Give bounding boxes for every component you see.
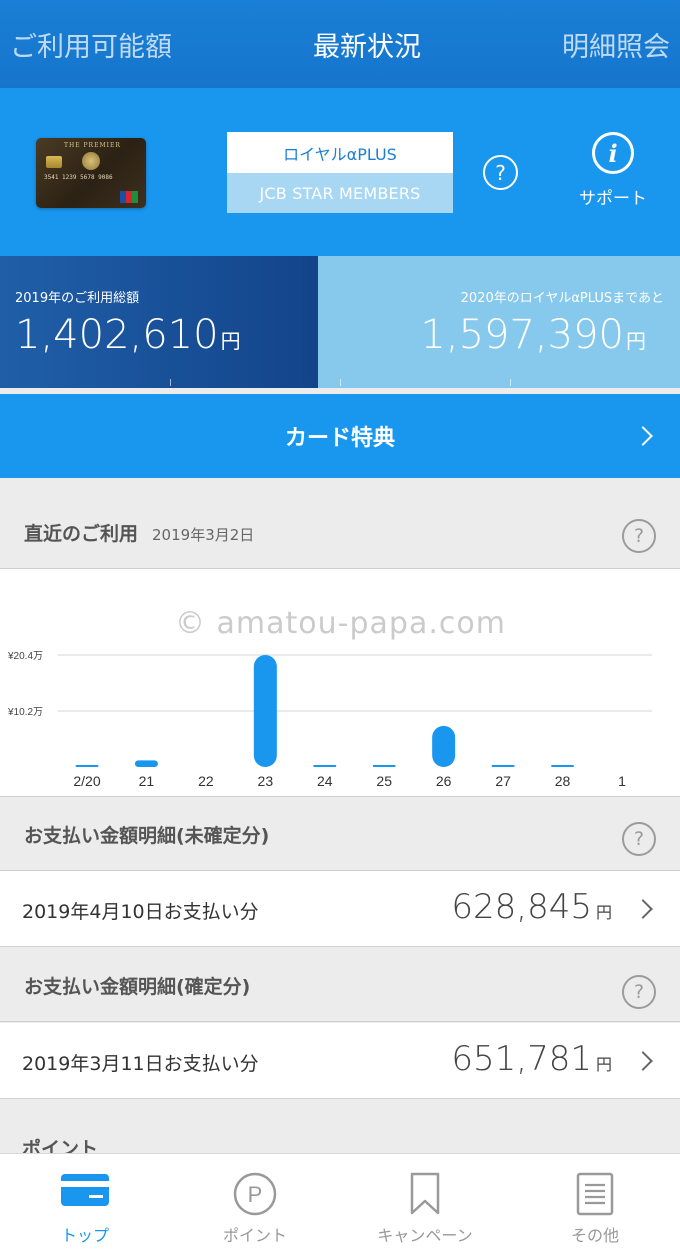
card-number: 3541 1239 5678 9086 (44, 174, 113, 181)
top-tab-bar: ご利用可能額 最新状況 明細照会 (0, 0, 680, 88)
nav-campaign-label: キャンペーン (377, 1226, 473, 1245)
bookmark-icon (410, 1172, 440, 1215)
payment-amount: 651,781 円 (451, 1039, 612, 1079)
p-circle-icon: P (233, 1172, 277, 1216)
chart-bar[interactable] (75, 765, 99, 767)
chart-bar[interactable] (313, 765, 337, 767)
question-circle-icon[interactable]: ? (622, 975, 656, 1009)
question-circle-icon[interactable]: ? (622, 822, 656, 856)
chart-bar[interactable] (134, 760, 158, 767)
info-icon: i (592, 132, 634, 174)
svg-text:P: P (248, 1182, 263, 1207)
nav-other-label: その他 (570, 1226, 619, 1245)
usage-stats: 2019年のご利用総額 1,402,610 円 2020年のロイヤルαPLUSまで… (0, 256, 680, 388)
bottom-nav: トップ P ポイント キャンペーン その他 (0, 1153, 680, 1257)
payment-amount-value: 628,845 (451, 887, 592, 927)
chart-svg: ¥20.4万 ¥10.2万 2/20 21 22 23 24 25 26 27 28 1 (7, 651, 652, 789)
list-icon (576, 1172, 614, 1216)
total-usage-unit: 円 (220, 329, 241, 353)
chart-xtick-label: 1 (618, 773, 626, 789)
nav-other[interactable]: その他 (510, 1154, 680, 1257)
recent-usage-date: 2019年3月2日 (152, 526, 255, 544)
chart-bar[interactable] (551, 765, 575, 767)
program-name: JCB STAR MEMBERS (227, 173, 453, 213)
remaining-value: 1,597,390 円 (420, 312, 646, 358)
chart-bar[interactable] (372, 765, 396, 767)
confirmed-payment-row[interactable]: 2019年3月11日お支払い分 651,781 円 (0, 1023, 680, 1099)
chart-ytick-label: ¥20.4万 (7, 651, 43, 662)
question-circle-icon[interactable]: ? (483, 155, 518, 190)
progress-tick (340, 379, 341, 386)
chevron-right-icon (633, 1051, 653, 1071)
nav-points-label: ポイント (222, 1226, 287, 1245)
chart-ytick-label: ¥10.2万 (7, 707, 43, 718)
chart-xtick-label: 28 (555, 773, 571, 789)
recent-usage-header: 直近のご利用 2019年3月2日 ? (0, 495, 680, 569)
nav-top[interactable]: トップ (0, 1154, 170, 1257)
card-benefits-label: カード特典 (284, 426, 395, 451)
remaining-unit: 円 (626, 329, 646, 353)
unconfirmed-payment-row[interactable]: 2019年4月10日お支払い分 628,845 円 (0, 871, 680, 947)
total-usage-amount: 1,402,610 (15, 312, 219, 358)
support-label: サポート (579, 189, 647, 209)
remaining-panel[interactable]: 2020年のロイヤルαPLUSまであと 1,597,390 円 (318, 256, 680, 388)
card-icon (61, 1174, 109, 1206)
total-usage-value: 1,402,610 円 (15, 312, 241, 358)
chart-xtick-label: 22 (198, 773, 214, 789)
chart-xtick-label: 26 (436, 773, 452, 789)
recent-usage-title: 直近のご利用 2019年3月2日 (24, 519, 254, 546)
rank-name: ロイヤルαPLUS (227, 132, 453, 173)
credit-card-image: THE PREMIER 3541 1239 5678 9086 (36, 138, 146, 208)
confirmed-payment-header: お支払い金額明細(確定分) ? (0, 948, 680, 1022)
confirmed-payment-title: お支払い金額明細(確定分) (24, 976, 251, 998)
progress-tick (170, 379, 171, 386)
payment-amount-unit: 円 (595, 1055, 612, 1074)
remaining-amount: 1,597,390 (420, 312, 624, 358)
chart-xtick-label: 25 (376, 773, 392, 789)
nav-points[interactable]: P ポイント (170, 1154, 340, 1257)
remaining-label: 2020年のロイヤルαPLUSまであと (460, 291, 664, 306)
chart-xtick-label: 23 (258, 773, 274, 789)
payment-amount-unit: 円 (595, 903, 612, 922)
payment-amount-value: 651,781 (451, 1039, 592, 1079)
points-section-header: ポイント (0, 1100, 680, 1153)
points-section-title: ポイント (22, 1138, 99, 1153)
daily-usage-chart: © amatou-papa.com ¥20.4万 ¥10.2万 2/20 21 22 23… (0, 569, 680, 797)
payment-amount: 628,845 円 (451, 887, 612, 927)
nav-top-label: トップ (60, 1226, 109, 1245)
tab-latest-status[interactable]: 最新状況 (313, 25, 421, 64)
unconfirmed-payment-header: お支払い金額明細(未確定分) ? (0, 797, 680, 871)
chart-xtick-label: 2/20 (73, 773, 100, 789)
total-usage-label: 2019年のご利用総額 (15, 291, 140, 306)
progress-tick (510, 379, 511, 386)
card-benefits-button[interactable]: カード特典 (0, 394, 680, 478)
tab-statement[interactable]: 明細照会 (562, 25, 670, 64)
payment-date-label: 2019年4月10日お支払い分 (22, 901, 259, 923)
chart-xtick-label: 24 (317, 773, 333, 789)
chart-xtick-label: 27 (495, 773, 511, 789)
support-button[interactable]: i サポート (568, 132, 658, 212)
total-usage-panel[interactable]: 2019年のご利用総額 1,402,610 円 (0, 256, 318, 388)
chevron-right-icon (633, 899, 653, 919)
recent-usage-title-text: 直近のご利用 (24, 523, 139, 545)
nav-campaign[interactable]: キャンペーン (340, 1154, 510, 1257)
unconfirmed-payment-title: お支払い金額明細(未確定分) (24, 825, 270, 847)
jcb-logo (120, 191, 138, 203)
payment-date-label: 2019年3月11日お支払い分 (22, 1053, 259, 1075)
chart-bar[interactable] (253, 655, 277, 767)
question-circle-icon[interactable]: ? (622, 519, 656, 553)
chart-bar[interactable] (432, 725, 456, 767)
chart-bar[interactable] (491, 765, 515, 767)
rank-box: ロイヤルαPLUS JCB STAR MEMBERS (227, 132, 453, 213)
chart-xtick-label: 21 (139, 773, 155, 789)
card-chip (46, 156, 62, 168)
chevron-right-icon (633, 426, 653, 446)
card-header: THE PREMIER 3541 1239 5678 9086 ロイヤルαPLU… (0, 88, 680, 256)
card-brand-text: THE PREMIER (64, 142, 121, 149)
tab-available-credit[interactable]: ご利用可能額 (10, 25, 172, 64)
card-emblem (82, 152, 100, 170)
